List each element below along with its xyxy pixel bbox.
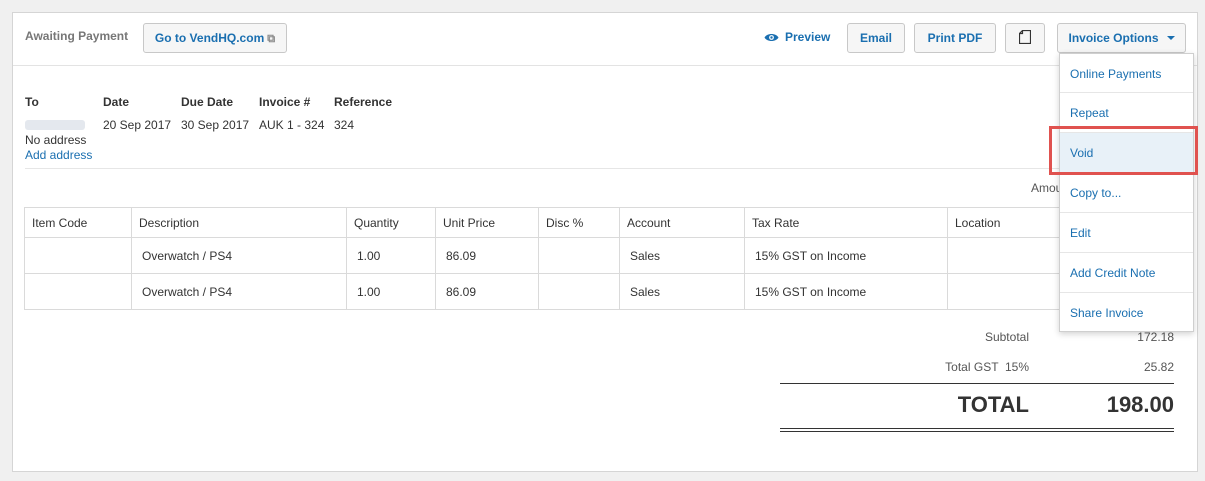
unit-price-cell[interactable]: 86.09	[435, 273, 539, 310]
total-gst-value: 25.82	[1143, 360, 1174, 374]
total-gst-label: Total GST 15%	[945, 360, 1029, 374]
copy-document-button[interactable]	[1005, 23, 1045, 53]
tax-rate-cell[interactable]: 15% GST on Income	[744, 273, 948, 310]
column-header: Quantity	[346, 207, 436, 238]
item-code-cell[interactable]	[24, 237, 132, 274]
quantity-cell[interactable]: 1.00	[346, 237, 436, 274]
date-label: Date	[103, 95, 130, 109]
chevron-down-icon	[1166, 36, 1175, 40]
account-cell[interactable]: Sales	[619, 237, 745, 274]
invoice-number: AUK 1 - 324	[259, 118, 325, 132]
item-code-cell[interactable]	[24, 273, 132, 310]
total-label: TOTAL	[957, 392, 1029, 417]
divider	[25, 168, 1185, 169]
reference-value: 324	[334, 118, 355, 132]
unit-price-cell[interactable]: 86.09	[435, 237, 539, 274]
email-button[interactable]: Email	[847, 23, 905, 53]
menu-item-add-credit-note[interactable]: Add Credit Note	[1060, 252, 1193, 292]
menu-item-copy-to[interactable]: Copy to...	[1060, 172, 1193, 212]
column-header: Item Code	[24, 207, 132, 238]
total-value: 198.00	[1106, 392, 1174, 417]
to-label: To	[25, 95, 39, 109]
goto-vendhq-button[interactable]: Go to VendHQ.com ⧉	[143, 23, 287, 53]
due-date: 30 Sep 2017	[181, 118, 250, 132]
invoice-number-label: Invoice #	[259, 95, 311, 109]
invoice-options-menu: Online Payments Repeat Void Copy to... E…	[1059, 53, 1194, 332]
void-highlight-box	[1049, 126, 1198, 175]
due-date-label: Due Date	[181, 95, 234, 109]
column-header: Account	[619, 207, 745, 238]
description-cell[interactable]: Overwatch / PS4	[131, 273, 347, 310]
subtotal-label: Subtotal	[984, 330, 1029, 344]
column-header: Disc %	[538, 207, 620, 238]
discount-cell[interactable]	[538, 273, 620, 310]
invoice-toolbar: Awaiting Payment Go to VendHQ.com ⧉ Previ…	[13, 13, 1197, 66]
external-link-icon: ⧉	[267, 33, 276, 45]
amounts-label: Amou	[1031, 181, 1063, 195]
total-double-rule-top	[780, 428, 1174, 429]
table-row[interactable]: Overwatch / PS4 1.00 86.09 Sales 15% GST…	[24, 273, 1194, 310]
tax-rate-cell[interactable]: 15% GST on Income	[744, 237, 948, 274]
status-label: Awaiting Payment	[25, 29, 129, 43]
line-items-table: Item Code Description Quantity Unit Pric…	[24, 207, 1194, 310]
account-cell[interactable]: Sales	[619, 273, 745, 310]
invoice-options-button[interactable]: Invoice Options	[1057, 23, 1186, 53]
totals-rule	[780, 383, 1174, 384]
menu-item-online-payments[interactable]: Online Payments	[1060, 54, 1193, 94]
print-pdf-button[interactable]: Print PDF	[914, 23, 996, 53]
total-double-rule-bottom	[780, 431, 1174, 432]
add-address-link[interactable]: Add address	[25, 148, 92, 162]
column-header: Description	[131, 207, 347, 238]
preview-button[interactable]: Preview	[764, 30, 830, 44]
reference-label: Reference	[334, 95, 393, 109]
quantity-cell[interactable]: 1.00	[346, 273, 436, 310]
goto-vendhq-label: Go to VendHQ.com	[154, 31, 265, 45]
redacted-contact-name	[25, 120, 85, 130]
invoice-options-label: Invoice Options	[1068, 31, 1159, 45]
eye-icon	[764, 33, 779, 42]
table-row[interactable]: Overwatch / PS4 1.00 86.09 Sales 15% GST…	[24, 237, 1194, 274]
no-address-text: No address	[25, 133, 87, 147]
preview-label: Preview	[785, 30, 831, 44]
invoice-panel: Awaiting Payment Go to VendHQ.com ⧉ Previ…	[12, 12, 1198, 472]
column-header: Unit Price	[435, 207, 539, 238]
description-cell[interactable]: Overwatch / PS4	[131, 237, 347, 274]
column-header: Tax Rate	[744, 207, 948, 238]
discount-cell[interactable]	[538, 237, 620, 274]
document-icon	[1018, 29, 1032, 45]
invoice-date: 20 Sep 2017	[103, 118, 172, 132]
menu-item-edit[interactable]: Edit	[1060, 212, 1193, 252]
table-header-row: Item Code Description Quantity Unit Pric…	[24, 207, 1194, 238]
menu-item-share-invoice[interactable]: Share Invoice	[1060, 292, 1193, 332]
